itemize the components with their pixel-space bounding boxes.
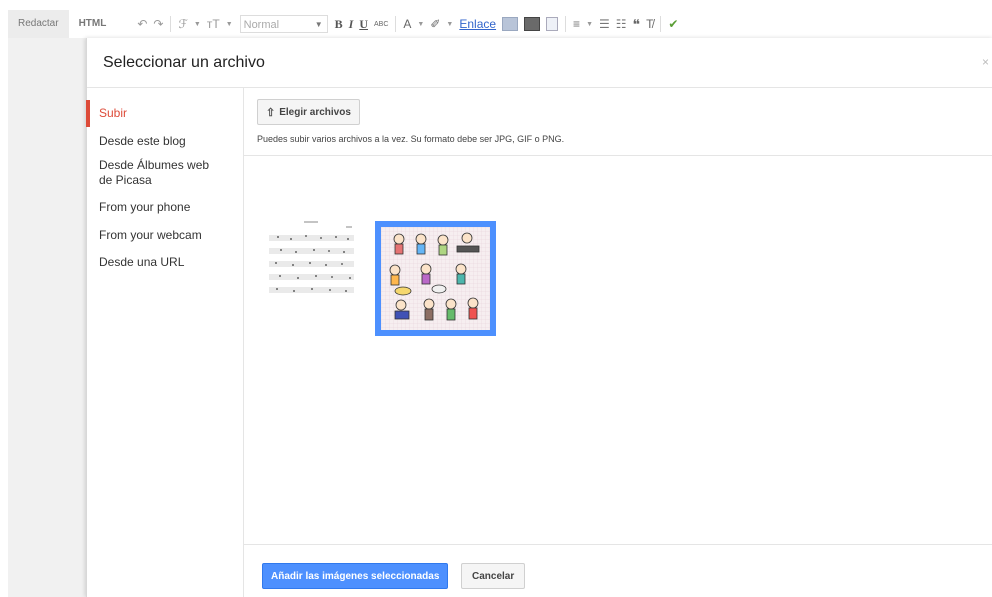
add-selected-images-button[interactable]: Añadir las imágenes seleccionadas: [262, 563, 449, 589]
chevron-down-icon: ▼: [314, 20, 323, 29]
italic-button[interactable]: I: [349, 14, 354, 34]
dialog-footer: Añadir las imágenes seleccionadas Cancel…: [244, 544, 992, 597]
toolbar-divider: [170, 16, 172, 32]
dialog-title: Seleccionar un archivo: [103, 54, 265, 71]
format-select[interactable]: Normal ▼: [239, 15, 328, 33]
insert-image-icon[interactable]: [502, 17, 519, 31]
tab-html[interactable]: HTML: [68, 10, 117, 38]
musicians-clipart-image: [381, 227, 490, 330]
chevron-down-icon[interactable]: ▼: [446, 14, 453, 34]
text-color-icon[interactable]: A: [403, 14, 411, 34]
bulleted-list-icon[interactable]: ☷: [616, 14, 627, 34]
quote-icon[interactable]: ❝: [633, 14, 641, 34]
toolbar-divider: [660, 16, 662, 32]
cancel-button[interactable]: Cancelar: [461, 563, 526, 589]
upload-panel: ⇧ Elegir archivos Puedes subir varios ar…: [244, 88, 992, 597]
sidebar-item-upload[interactable]: Subir: [85, 100, 139, 127]
sidebar-item-phone[interactable]: From your phone: [87, 200, 202, 215]
insert-video-icon[interactable]: [524, 17, 541, 31]
musicians-clipart-thumbnail[interactable]: [375, 221, 496, 336]
numbered-list-icon[interactable]: ☰: [599, 14, 610, 34]
left-margin: [0, 0, 8, 597]
choose-files-label: Elegir archivos: [279, 106, 351, 118]
bold-button[interactable]: B: [335, 14, 343, 34]
undo-icon[interactable]: ↶: [137, 14, 147, 34]
upload-icon: ⇧: [266, 106, 276, 119]
sidebar-item-url[interactable]: Desde una URL: [87, 255, 196, 270]
tab-compose[interactable]: Redactar: [8, 10, 69, 38]
align-icon[interactable]: ≡: [573, 14, 580, 34]
link-button[interactable]: Enlace: [459, 14, 496, 34]
dialog-header: Seleccionar un archivo ×: [87, 38, 992, 88]
font-family-icon[interactable]: ℱ: [178, 14, 187, 34]
close-icon[interactable]: ×: [982, 55, 989, 69]
format-select-value: Normal: [243, 19, 280, 31]
spellcheck-icon[interactable]: ✔: [668, 14, 678, 34]
divider: [244, 155, 992, 156]
strikethrough-button[interactable]: ABC: [374, 14, 388, 34]
select-file-dialog: Seleccionar un archivo × Subir Desde est…: [85, 38, 992, 597]
underline-button[interactable]: U: [359, 14, 368, 34]
chevron-down-icon[interactable]: ▼: [194, 14, 201, 34]
toolbar-divider: [395, 16, 397, 32]
upload-help-text: Puedes subir varios archivos a la vez. S…: [257, 134, 565, 144]
sidebar-item-webcam[interactable]: From your webcam: [87, 228, 214, 243]
highlight-color-icon[interactable]: ✐: [430, 14, 440, 34]
toolbar-divider: [565, 16, 567, 32]
chevron-down-icon[interactable]: ▼: [417, 14, 424, 34]
choose-files-button[interactable]: ⇧ Elegir archivos: [257, 99, 360, 125]
font-size-icon[interactable]: ᴛT: [207, 14, 220, 34]
sidebar-item-this-blog[interactable]: Desde este blog: [87, 134, 198, 149]
remove-formatting-icon[interactable]: T̸: [646, 14, 653, 34]
chevron-down-icon[interactable]: ▼: [586, 14, 593, 34]
sheet-music-thumbnail[interactable]: [266, 220, 360, 300]
insert-jump-break-icon[interactable]: [546, 17, 559, 31]
editor-toolbar: Redactar HTML ↶ ↷ ℱ ▼ ᴛT ▼ Normal ▼ B I …: [8, 10, 992, 38]
source-sidebar: Subir Desde este blog Desde Álbumes web …: [85, 88, 244, 597]
chevron-down-icon[interactable]: ▼: [226, 14, 233, 34]
redo-icon[interactable]: ↷: [153, 14, 163, 34]
editor-background: [8, 38, 86, 597]
sidebar-item-picasa[interactable]: Desde Álbumes web de Picasa: [87, 158, 236, 188]
